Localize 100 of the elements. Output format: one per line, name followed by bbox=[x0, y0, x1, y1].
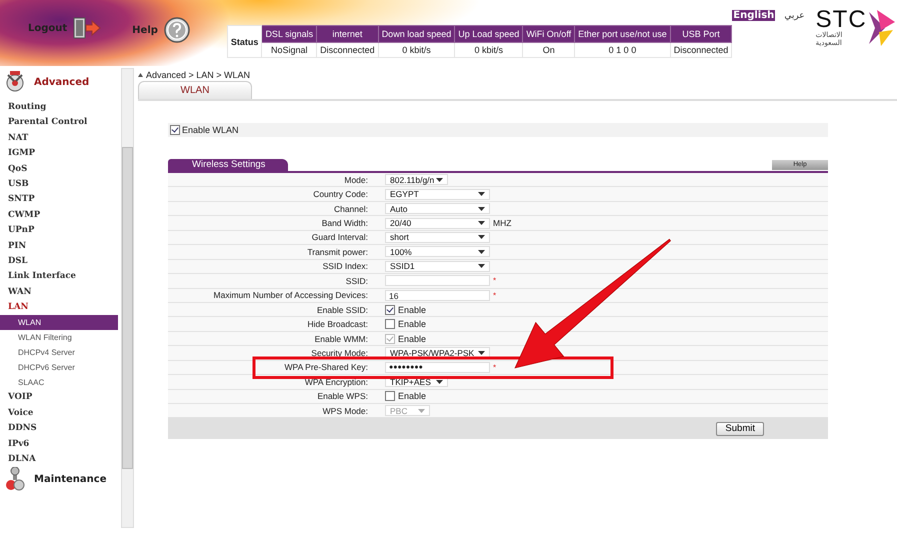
tools-icon bbox=[4, 71, 26, 93]
required-mark: * bbox=[493, 276, 496, 286]
sidebar-item[interactable]: IGMP bbox=[0, 146, 118, 162]
sidebar-item[interactable]: NAT bbox=[0, 130, 118, 146]
sidebar-subitem[interactable]: SLAAC bbox=[0, 375, 118, 390]
table-cell: 0 1 0 0 bbox=[574, 42, 670, 58]
sidebar-item[interactable]: DDNS bbox=[0, 421, 118, 437]
checkbox-label: Enable bbox=[398, 304, 426, 315]
dropdown[interactable]: EGYPT bbox=[385, 188, 490, 200]
field-label: SSID Index: bbox=[322, 261, 368, 272]
table-header: Up Load speed bbox=[454, 26, 523, 42]
sidebar-item[interactable]: DSL bbox=[0, 254, 118, 270]
field-label: Enable SSID: bbox=[316, 304, 368, 315]
dropdown[interactable]: 802.11b/g/n bbox=[385, 174, 448, 186]
sidebar-item[interactable]: USB bbox=[0, 176, 118, 192]
checkbox-label: Enable WLAN bbox=[182, 125, 239, 135]
field-label: Band Width: bbox=[322, 218, 368, 228]
field-label: WPS Mode: bbox=[322, 406, 368, 416]
help-link[interactable]: Help bbox=[132, 17, 190, 43]
help-icon bbox=[164, 17, 190, 43]
field-label: SSID: bbox=[346, 276, 368, 286]
checkbox-label: Enable bbox=[398, 391, 426, 402]
dropdown[interactable]: WPA-PSK/WPA2-PSK bbox=[385, 347, 490, 358]
dropdown[interactable]: 100% bbox=[385, 246, 490, 258]
table-cell: 0 kbit/s bbox=[454, 42, 523, 58]
field-label: Guard Interval: bbox=[312, 232, 368, 242]
table-cell: On bbox=[522, 42, 575, 58]
language-link[interactable]: عربي bbox=[783, 10, 806, 20]
input-field[interactable] bbox=[385, 275, 490, 286]
caret-icon bbox=[478, 250, 485, 254]
dropdown[interactable]: SSID1 bbox=[385, 260, 490, 272]
sidebar-item[interactable]: LAN bbox=[0, 300, 118, 316]
dropdown[interactable]: 20/40 bbox=[385, 218, 490, 229]
table-cell: NoSignal bbox=[262, 42, 317, 58]
sidebar-subitem[interactable]: DHCPv4 Server bbox=[0, 345, 118, 360]
sidebar-item[interactable]: CWMP bbox=[0, 208, 118, 224]
submit-button[interactable]: Submit bbox=[716, 422, 764, 436]
checkbox[interactable] bbox=[385, 391, 395, 402]
checkbox-label: Enable bbox=[398, 319, 426, 330]
sidebar-item[interactable]: Link Interface bbox=[0, 269, 118, 285]
tab[interactable]: WLAN bbox=[138, 81, 252, 99]
checkbox[interactable] bbox=[385, 304, 395, 315]
sidebar-item[interactable]: Routing bbox=[0, 100, 118, 116]
logo-name: STC bbox=[816, 9, 867, 31]
dropdown[interactable]: short bbox=[385, 232, 490, 243]
sidebar-item[interactable]: Parental Control bbox=[0, 115, 118, 131]
sidebar-item[interactable]: UPnP bbox=[0, 223, 118, 239]
caret-icon bbox=[138, 72, 143, 76]
sidebar-item[interactable]: VOIP bbox=[0, 390, 118, 406]
table-header: internet bbox=[316, 26, 378, 42]
checkbox[interactable] bbox=[170, 125, 180, 135]
sidebar-subitem[interactable]: WLAN Filtering bbox=[0, 330, 118, 346]
field-label: WPA Encryption: bbox=[304, 376, 368, 387]
sidebar-item[interactable]: WAN bbox=[0, 284, 118, 300]
field-label: Security Mode: bbox=[311, 348, 368, 358]
table-cell: Disconnected bbox=[670, 42, 732, 58]
sidebar-item[interactable]: PIN bbox=[0, 238, 118, 254]
field-label: Mode: bbox=[344, 174, 368, 185]
field-label: Country Code: bbox=[313, 189, 368, 200]
sidebar-item[interactable]: DLNA bbox=[0, 452, 118, 468]
sidebar-item[interactable]: SNTP bbox=[0, 192, 118, 208]
field-label: Hide Broadcast: bbox=[308, 319, 368, 330]
caret-icon bbox=[478, 235, 485, 240]
table-header: Ether port use/not use bbox=[574, 26, 670, 42]
field-label: Enable WPS: bbox=[317, 391, 368, 402]
unit-label: MHZ bbox=[493, 218, 512, 228]
field-label: Maximum Number of Accessing Devices: bbox=[214, 290, 368, 300]
table-cell: Disconnected bbox=[316, 42, 378, 58]
sidebar-subitem[interactable]: WLAN bbox=[0, 315, 118, 330]
required-mark: * bbox=[493, 290, 496, 300]
table-cell: 0 kbit/s bbox=[378, 42, 455, 58]
sidebar-subitem[interactable]: DHCPv6 Server bbox=[0, 360, 118, 376]
logo-mark-icon bbox=[866, 8, 897, 48]
language-link[interactable]: English bbox=[732, 10, 776, 21]
sidebar-section[interactable]: Advanced bbox=[34, 76, 90, 88]
sidebar-item[interactable]: IPv6 bbox=[0, 436, 118, 452]
caret-icon bbox=[478, 206, 485, 211]
caret-icon bbox=[478, 221, 485, 226]
dropdown[interactable]: Auto bbox=[385, 203, 490, 214]
input-field[interactable]: 16 bbox=[385, 290, 490, 301]
caret-icon bbox=[478, 264, 485, 268]
sidebar-item[interactable]: Voice bbox=[0, 406, 118, 422]
caret-icon bbox=[436, 178, 443, 182]
caret-icon bbox=[478, 350, 485, 355]
sidebar-section[interactable]: Maintenance bbox=[34, 474, 107, 485]
field-label: WPA Pre-Shared Key: bbox=[284, 362, 368, 372]
field-label: Enable WMM: bbox=[314, 334, 368, 344]
sidebar-item[interactable]: QoS bbox=[0, 162, 118, 177]
field-label: Channel: bbox=[334, 204, 368, 214]
scrollbar-thumb[interactable] bbox=[122, 147, 133, 469]
caret-icon bbox=[418, 408, 425, 413]
scrollbar[interactable] bbox=[121, 68, 134, 528]
table-header: DSL signals bbox=[262, 26, 317, 42]
table-header: WiFi On/off bbox=[522, 26, 575, 42]
required-mark: * bbox=[493, 362, 496, 372]
caret-icon bbox=[436, 380, 443, 384]
field-label: Transmit power: bbox=[307, 246, 368, 257]
exit-door-icon bbox=[73, 17, 102, 39]
checkbox[interactable] bbox=[385, 319, 395, 330]
table-header: USB Port bbox=[670, 26, 732, 42]
